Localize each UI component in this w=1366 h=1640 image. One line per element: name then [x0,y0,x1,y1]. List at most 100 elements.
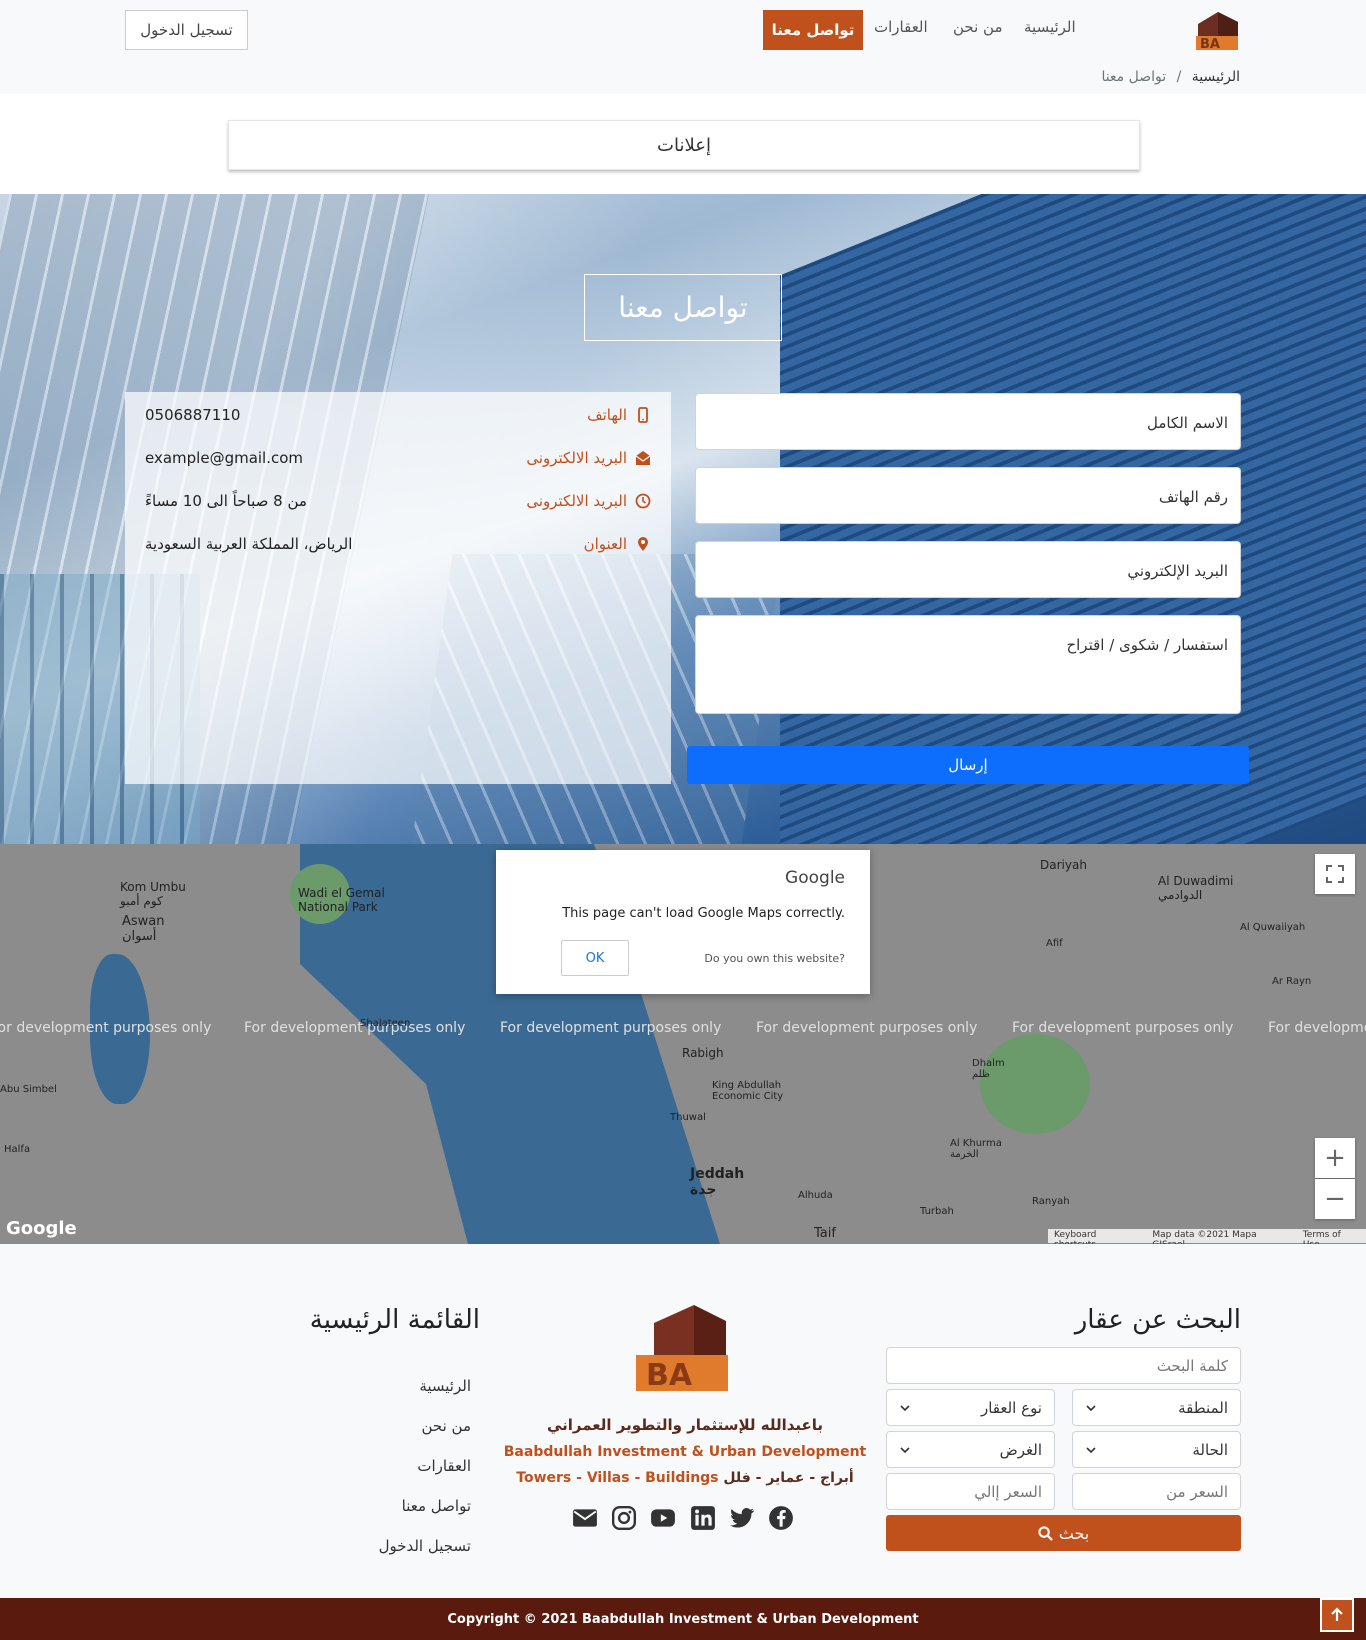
contact-email-row: البريد الالكترونى example@gmail.com [125,447,671,475]
map-city-label: Al Quwaiiyah [1240,922,1306,933]
chevron-down-icon [900,1446,910,1453]
contact-label: العنوان [583,535,627,553]
map-watermark: For development purposes only [756,1020,978,1036]
youtube-icon[interactable] [650,1505,676,1531]
keyboard-shortcuts-link[interactable]: Keyboard shortcuts [1054,1230,1140,1250]
footer-link-properties[interactable]: العقارات [417,1457,471,1475]
map-error-message: This page can't load Google Maps correct… [562,906,845,921]
contact-info-panel: الهاتف 0506887110 البريد الالكترونى exam… [125,392,671,784]
purpose-select[interactable]: الغرض [886,1431,1055,1468]
clock-icon [635,493,651,509]
linkedin-icon[interactable] [690,1505,716,1531]
map-city-label: Kom Umbu كوم أمبو [120,880,186,908]
fullscreen-icon [1326,865,1344,883]
brand-tagline: Towers - Villas - Buildings أبراج - عماي… [500,1470,870,1486]
map-watermark: For development purposes only [1012,1020,1234,1036]
phone-field[interactable]: رقم الهاتف [695,467,1241,524]
google-logo[interactable]: Google [6,1218,77,1239]
chevron-down-icon [1086,1446,1096,1453]
search-keyword-input[interactable]: كلمة البحث [886,1347,1241,1384]
map-watermark: For development purposes only [1268,1020,1366,1036]
ads-box[interactable]: إعلانات [228,120,1140,170]
terms-of-use-link[interactable]: Terms of Use [1303,1230,1360,1250]
dialog-ok-button[interactable]: OK [561,940,629,976]
envelope-icon[interactable] [572,1505,598,1531]
map-city-label: Dariyah [1040,858,1087,872]
map-city-label: Rabigh [682,1046,724,1060]
status-select[interactable]: الحالة [1072,1431,1241,1468]
nav-contact[interactable]: تواصل معنا [763,10,863,50]
full-name-field[interactable]: الاسم الكامل [695,393,1241,450]
chevron-down-icon [900,1404,910,1411]
dialog-own-website-link[interactable]: Do you own this website? [704,952,845,965]
map-attribution: Keyboard shortcuts Map data ©2021 Mapa G… [1048,1229,1366,1250]
contact-value: من 8 صباحاً الى 10 مساءً [145,492,307,510]
footer-link-contact[interactable]: تواصل معنا [402,1497,471,1515]
send-button[interactable]: إرسال [687,746,1249,784]
map-city-label: Wadi el Gemal National Park [298,886,385,914]
contact-value: example@gmail.com [145,449,304,467]
map-watermark: For development purposes only [244,1020,466,1036]
fullscreen-button[interactable] [1315,854,1355,894]
map-city-label: King Abdullah Economic City [712,1080,784,1102]
message-textarea[interactable]: استفسار / شكوى / اقتراح [695,615,1241,714]
property-type-select[interactable]: نوع العقار [886,1389,1055,1426]
map-city-label: Alhuda [798,1190,833,1201]
search-button[interactable]: بحث [886,1515,1241,1551]
region-select[interactable]: المنطقة [1072,1389,1241,1426]
map-data-text: Map data ©2021 Mapa GISrael [1152,1230,1257,1250]
nav-properties[interactable]: العقارات [874,18,928,36]
search-button-label: بحث [1058,1523,1090,1543]
contact-address-row: العنوان الرياض، المملكة العربية السعودية [125,533,671,561]
footer-brand-logo: BA [636,1305,728,1393]
nav-home[interactable]: الرئيسية [1024,18,1076,36]
map-city-label: Taif [814,1226,836,1241]
brand-name-ar: باعبدالله للإستثمار والتطوير العمراني [546,1416,824,1434]
price-to-input[interactable]: السعر إالي [886,1473,1055,1510]
arrow-up-icon [1331,1607,1343,1621]
login-button[interactable]: تسجيل الدخول [125,10,248,50]
region-label: المنطقة [1178,1398,1228,1417]
search-icon [1038,1525,1053,1541]
purpose-label: الغرض [999,1440,1042,1459]
footer-link-about[interactable]: من نحن [422,1417,472,1435]
map-city-label: Afif [1046,938,1063,949]
price-from-input[interactable]: السعر من [1072,1473,1241,1510]
zoom-out-button[interactable]: − [1315,1179,1355,1219]
phone-icon [638,407,648,423]
chevron-down-icon [1086,1404,1096,1411]
menu-heading: القائمة الرئيسية [309,1305,480,1335]
location-pin-icon [638,537,648,551]
instagram-icon[interactable] [611,1505,637,1531]
twitter-icon[interactable] [729,1505,755,1531]
footer-link-home[interactable]: الرئيسية [419,1377,471,1395]
svg-text:BA: BA [1200,37,1220,52]
map-watermark: For development purposes only [500,1020,722,1036]
footer-link-login[interactable]: تسجيل الدخول [379,1537,471,1555]
map-park [980,1034,1090,1134]
contact-value: الرياض، المملكة العربية السعودية [145,535,353,553]
map-city-label: Halfa [4,1144,31,1155]
contact-value: 0506887110 [145,406,241,424]
map-city-label: Abu Simbel [0,1084,57,1095]
breadcrumb-separator: / [1176,69,1182,85]
map-city-label: Al Duwadimi الدوادمي [1158,874,1234,902]
contact-hours-row: البريد الالكترونى من 8 صباحاً الى 10 مسا… [125,490,671,518]
brand-name-en: Baabdullah Investment & Urban Developmen… [503,1444,867,1460]
facebook-icon[interactable] [768,1505,794,1531]
email-field[interactable]: البريد الإلكتروني [695,541,1241,598]
property-type-label: نوع العقار [980,1398,1042,1417]
breadcrumb-home[interactable]: الرئيسية [1192,69,1240,85]
brand-logo[interactable]: BA [1194,10,1240,52]
contact-label: البريد الالكترونى [526,492,627,510]
tagline-ar: أبراج - عماير - فلل [723,1470,854,1486]
nav-about[interactable]: من نحن [953,18,1003,36]
zoom-in-button[interactable]: + [1315,1138,1355,1178]
contact-phone-row: الهاتف 0506887110 [125,404,671,432]
map-city-label: Ranyah [1032,1196,1070,1207]
page-title: تواصل معنا [584,274,782,341]
scroll-to-top-button[interactable] [1320,1598,1354,1632]
breadcrumb-current: تواصل معنا [1101,69,1167,85]
contact-label: البريد الالكترونى [526,449,627,467]
google-brand: Google [785,868,845,888]
